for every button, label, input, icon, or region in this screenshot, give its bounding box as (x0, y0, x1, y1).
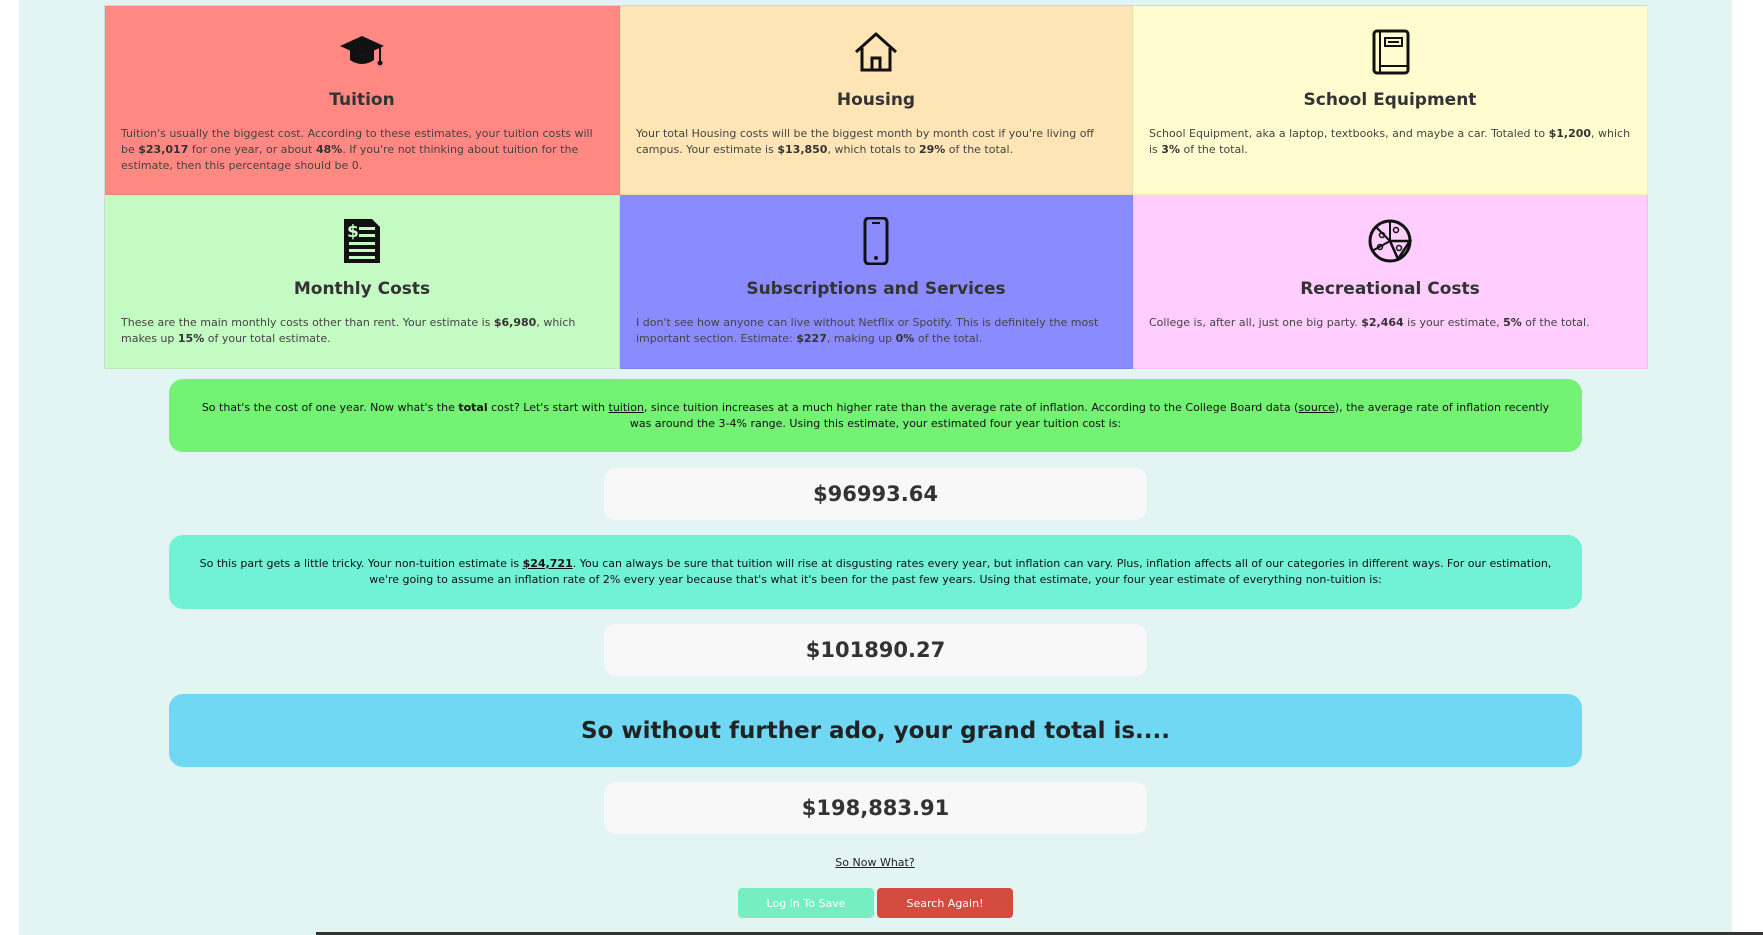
smartphone-icon (863, 217, 889, 265)
so-now-what-link[interactable]: So Now What? (0, 856, 1750, 869)
category-title: Tuition (329, 90, 395, 110)
category-title: Recreational Costs (1300, 279, 1480, 299)
category-description: School Equipment, aka a laptop, textbook… (1149, 127, 1631, 156)
grand-total-heading: So without further ado, your grand total… (580, 717, 1171, 744)
category-card-housing: Housing Your total Housing costs will be… (620, 6, 1133, 195)
category-title: Housing (836, 90, 916, 110)
search-again-button[interactable]: Search Again! (877, 888, 1013, 918)
nontuition-explanation-banner: So this part gets a little tricky. Your … (169, 535, 1582, 609)
category-card-monthly-costs: $ Monthly Costs These are the main month… (105, 195, 620, 369)
category-card-recreational: Recreational Costs College is, after all… (1133, 195, 1648, 369)
category-card-subscriptions: Subscriptions and Services I don't see h… (620, 195, 1133, 369)
category-description: Tuition's usually the biggest cost. Acco… (121, 127, 593, 172)
nontuition-total-value: $101890.27 (604, 624, 1147, 676)
nontuition-explanation-text: So this part gets a little tricky. Your … (199, 557, 1552, 586)
bill-icon: $ (344, 219, 380, 263)
source-link[interactable]: source (1298, 401, 1335, 414)
grand-total-banner: So without further ado, your grand total… (169, 694, 1582, 767)
category-card-school-equipment: School Equipment School Equipment, aka a… (1133, 6, 1648, 195)
graduation-cap-icon (340, 36, 384, 66)
pizza-icon (1368, 219, 1413, 263)
category-description: I don't see how anyone can live without … (636, 316, 1099, 345)
category-description: Your total Housing costs will be the big… (636, 127, 1095, 156)
nontuition-estimate-link[interactable]: $24,721 (523, 557, 573, 570)
tuition-link[interactable]: tuition (609, 401, 644, 414)
login-to-save-button[interactable]: Log In To Save (738, 888, 874, 918)
tuition-explanation-text: So that's the cost of one year. Now what… (201, 400, 1550, 430)
book-icon (1372, 29, 1410, 75)
tuition-explanation-banner: So that's the cost of one year. Now what… (169, 379, 1582, 452)
category-grid: Tuition Tuition's usually the biggest co… (104, 5, 1648, 369)
category-description: These are the main monthly costs other t… (121, 316, 576, 345)
category-description: College is, after all, just one big part… (1149, 316, 1590, 329)
category-title: School Equipment (1303, 90, 1477, 110)
house-icon (854, 32, 898, 72)
category-title: Monthly Costs (293, 279, 431, 299)
category-title: Subscriptions and Services (746, 279, 1006, 299)
svg-text:$: $ (347, 222, 359, 242)
category-card-tuition: Tuition Tuition's usually the biggest co… (105, 6, 620, 195)
tuition-total-value: $96993.64 (604, 468, 1147, 520)
grand-total-value: $198,883.91 (604, 782, 1147, 834)
